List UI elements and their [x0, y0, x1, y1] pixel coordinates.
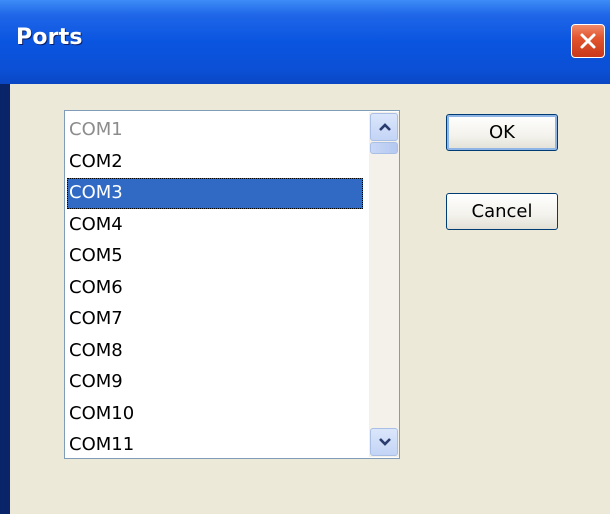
- list-item[interactable]: COM1: [67, 115, 363, 146]
- chevron-down-icon: [379, 438, 391, 446]
- vertical-scrollbar[interactable]: [369, 112, 399, 457]
- chevron-up-icon: [379, 123, 391, 131]
- list-item[interactable]: COM11: [67, 430, 363, 458]
- close-icon: [580, 33, 596, 49]
- list-item[interactable]: COM2: [67, 147, 363, 178]
- list-item[interactable]: COM10: [67, 399, 363, 430]
- ports-dialog: Ports COM1 COM2 COM3 COM4 COM5 COM6 COM7 COM8 CO…: [0, 0, 610, 514]
- scroll-down-button[interactable]: [370, 428, 398, 456]
- list-item[interactable]: COM3: [67, 178, 363, 209]
- list-item[interactable]: COM4: [67, 210, 363, 241]
- title-bar[interactable]: Ports: [0, 0, 610, 84]
- list-item[interactable]: COM9: [67, 367, 363, 398]
- list-item[interactable]: COM8: [67, 336, 363, 367]
- list-item[interactable]: COM7: [67, 304, 363, 335]
- cancel-button[interactable]: Cancel: [446, 193, 558, 230]
- scroll-thumb[interactable]: [370, 142, 398, 154]
- scroll-up-button[interactable]: [370, 113, 398, 141]
- ports-listbox[interactable]: COM1 COM2 COM3 COM4 COM5 COM6 COM7 COM8 COM9 COM1…: [64, 110, 400, 459]
- dialog-body: COM1 COM2 COM3 COM4 COM5 COM6 COM7 COM8 COM9 COM1…: [10, 84, 610, 514]
- list-item[interactable]: COM6: [67, 273, 363, 304]
- window-title: Ports: [16, 25, 83, 50]
- list-item[interactable]: COM5: [67, 241, 363, 272]
- ok-button[interactable]: OK: [446, 114, 558, 151]
- close-button[interactable]: [571, 24, 605, 58]
- ports-list-items: COM1 COM2 COM3 COM4 COM5 COM6 COM7 COM8 COM9 COM1…: [65, 111, 365, 458]
